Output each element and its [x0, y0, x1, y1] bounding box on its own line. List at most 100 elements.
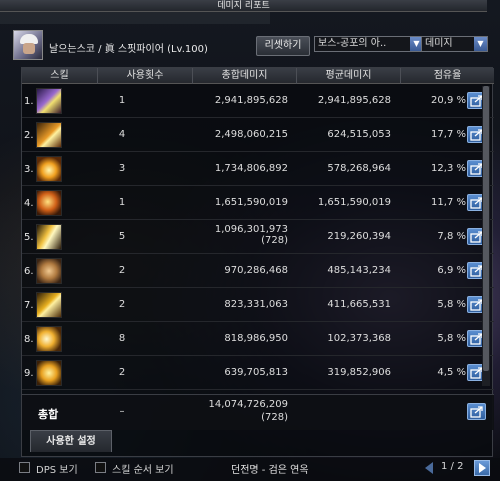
- total-label: 총합: [38, 408, 59, 421]
- column-header-skill: 스킬: [22, 68, 98, 84]
- page-indicator: 1 / 2: [441, 461, 464, 472]
- column-header-total: 총합데미지: [193, 68, 297, 84]
- metric-select[interactable]: 데미지 ▼: [421, 36, 488, 52]
- row-total-damage: 818,986,950: [202, 333, 288, 344]
- character-name: 날으는스코 / 眞 스핏파이어 (Lv.100): [49, 44, 208, 55]
- row-share: 17,7 %: [431, 129, 466, 140]
- row-rank: 9.: [24, 368, 34, 379]
- row-average-damage: 578,268,964: [327, 163, 391, 174]
- row-total-damage: 823,331,063: [202, 299, 288, 310]
- column-header-uses: 사용횟수: [98, 68, 193, 84]
- row-total-value: 818,986,950: [224, 333, 288, 344]
- row-total-value: 1,096,301,973: [214, 224, 288, 235]
- row-rank: 7.: [24, 300, 34, 311]
- row-total-value: 1,651,590,019: [214, 197, 288, 208]
- row-rank: 3.: [24, 164, 34, 175]
- row-share: 11,7 %: [431, 197, 466, 208]
- scrollbar-thumb[interactable]: [483, 86, 489, 371]
- column-header-share: 점유율: [433, 70, 462, 81]
- row-total-damage: 1,096,301,973 (728): [202, 224, 288, 246]
- row-rank: 6.: [24, 266, 34, 277]
- row-uses: 2: [118, 367, 126, 378]
- row-total-value: 1,734,806,892: [214, 163, 288, 174]
- skill-order-label: 스킬 순서 보기: [112, 465, 174, 476]
- table-row: 5. 5 1,096,301,973 (728) 219,260,394 7,8 %: [22, 220, 494, 254]
- skill-5-icon: [36, 224, 62, 250]
- row-total-value: 2,498,060,215: [214, 129, 288, 140]
- row-total-value: 639,705,813: [224, 367, 288, 378]
- total-share-button[interactable]: [467, 403, 486, 420]
- row-total-value: 2,941,895,628: [214, 95, 288, 106]
- table-row: 4. 1 1,651,590,019 1,651,590,019 11,7 %: [22, 186, 494, 220]
- row-uses: 1: [118, 197, 126, 208]
- row-average-damage: 624,515,053: [327, 129, 391, 140]
- target-select-value: 보스-공포의 아..: [318, 38, 387, 49]
- prev-page-icon[interactable]: [425, 462, 433, 474]
- row-uses: 2: [118, 265, 126, 276]
- chevron-down-icon[interactable]: ▼: [474, 37, 487, 51]
- skill-7-icon: [36, 292, 62, 318]
- row-average-damage: 411,665,531: [327, 299, 391, 310]
- row-uses: 3: [118, 163, 126, 174]
- total-damage: 14,074,726,209 (728): [202, 398, 288, 424]
- skill-6-icon: [36, 258, 62, 284]
- skill-1-icon: [36, 88, 62, 114]
- row-rank: 8.: [24, 334, 34, 345]
- row-uses: 2: [118, 299, 126, 310]
- row-rank: 2.: [24, 130, 34, 141]
- skill-2-icon: [36, 122, 62, 148]
- row-share: 4,5 %: [437, 367, 466, 378]
- report-header: 날으는스코 / 眞 스핏파이어 (Lv.100) 리셋하기 보스-공포의 아..…: [13, 30, 493, 62]
- row-rank: 5.: [24, 232, 34, 243]
- row-average-damage: 485,143,234: [327, 265, 391, 276]
- row-total-sub: (728): [261, 235, 288, 246]
- row-uses: 4: [118, 129, 126, 140]
- skill-8-icon: [36, 326, 62, 352]
- row-total-damage: 2,498,060,215: [202, 129, 288, 140]
- metric-select-value: 데미지: [425, 38, 453, 49]
- row-total-damage: 2,941,895,628: [202, 95, 288, 106]
- skill-order-checkbox[interactable]: [95, 462, 106, 473]
- row-share: 12,3 %: [431, 163, 466, 174]
- row-rank: 4.: [24, 198, 34, 209]
- scrollbar[interactable]: [482, 86, 490, 386]
- skill-damage-table: 스킬 사용횟수 총합데미지 평균데미지 점유율 1. 1 2,941,895,628…: [21, 67, 494, 457]
- character-portrait: [13, 30, 43, 60]
- row-average-damage: 219,260,394: [327, 231, 391, 242]
- row-average-damage: 2,941,895,628: [317, 95, 391, 106]
- row-total-value: 823,331,063: [224, 299, 288, 310]
- total-row: 총합 – 14,074,726,209 (728): [22, 394, 494, 430]
- skill-4-icon: [36, 190, 62, 216]
- next-page-icon: [479, 463, 486, 473]
- row-share: 20,9 %: [431, 95, 466, 106]
- row-share: 6,9 %: [437, 265, 466, 276]
- table-row: 3. 3 1,734,806,892 578,268,964 12,3 %: [22, 152, 494, 186]
- dps-label: DPS 보기: [36, 465, 78, 476]
- dungeon-name: 던전명 - 검은 연옥: [231, 465, 309, 476]
- row-average-damage: 102,373,368: [327, 333, 391, 344]
- target-select[interactable]: 보스-공포의 아.. ▼: [314, 36, 424, 52]
- column-header-average: 평균데미지: [297, 68, 401, 84]
- share-icon: [470, 406, 483, 418]
- row-total-damage: 639,705,813: [202, 367, 288, 378]
- table-row: 6. 2 970,286,468 485,143,234 6,9 %: [22, 254, 494, 288]
- dps-checkbox[interactable]: [19, 462, 30, 473]
- row-average-damage: 1,651,590,019: [317, 197, 391, 208]
- row-uses: 5: [118, 231, 126, 242]
- row-total-damage: 1,734,806,892: [202, 163, 288, 174]
- row-total-value: 970,286,468: [224, 265, 288, 276]
- row-rank: 1.: [24, 96, 34, 107]
- table-row: 7. 2 823,331,063 411,665,531 5,8 %: [22, 288, 494, 322]
- reset-button[interactable]: 리셋하기: [256, 36, 310, 56]
- total-uses: –: [119, 406, 125, 417]
- next-page-button[interactable]: [474, 460, 490, 476]
- skill-3-icon: [36, 156, 62, 182]
- row-average-damage: 319,852,906: [327, 367, 391, 378]
- table-row: 1. 1 2,941,895,628 2,941,895,628 20,9 %: [22, 84, 494, 118]
- row-total-damage: 970,286,468: [202, 265, 288, 276]
- total-damage-sub: (728): [261, 412, 288, 423]
- total-damage-value: 14,074,726,209: [208, 399, 288, 410]
- tab-used-settings[interactable]: 사용한 설정: [30, 430, 112, 452]
- row-uses: 8: [118, 333, 126, 344]
- row-total-damage: 1,651,590,019: [202, 197, 288, 208]
